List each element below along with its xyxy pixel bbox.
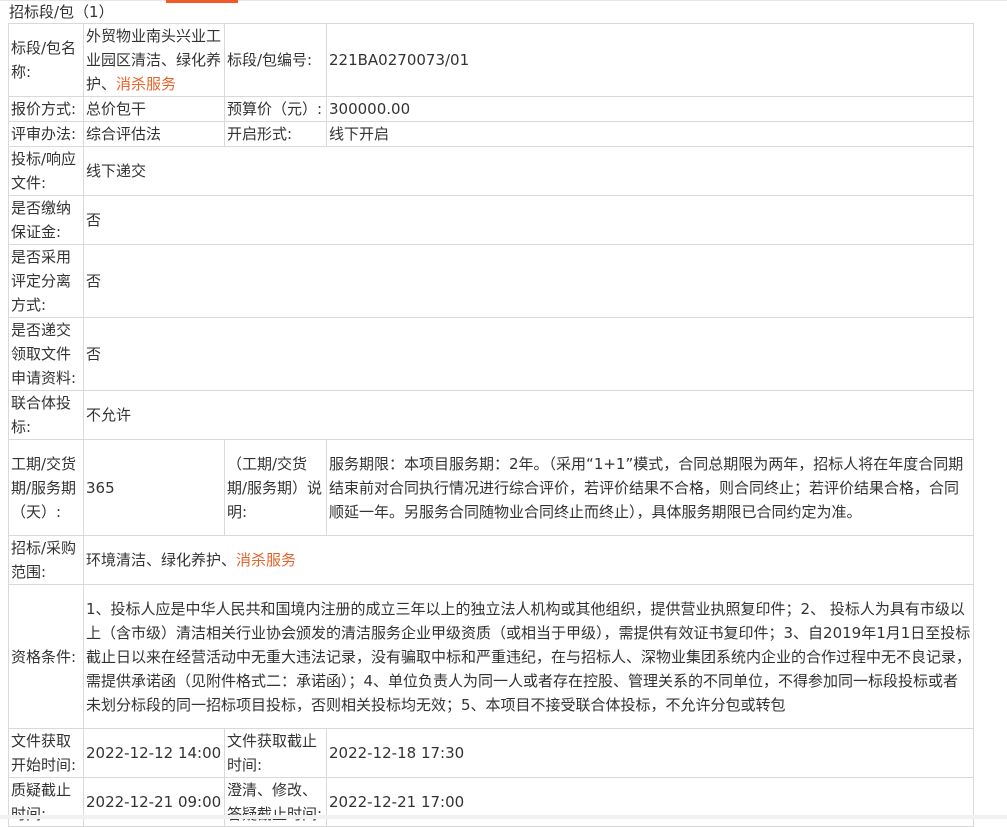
duration-value: 365: [83, 439, 225, 536]
budget-label: 预算价（元）:: [224, 96, 327, 122]
table-row: 招标/采购范围: 环境清洁、绿化养护、消杀服务: [8, 535, 974, 585]
table-row: 文件获取开始时间: 2022-12-12 14:00 文件获取截止时间: 202…: [8, 728, 974, 778]
duration-note-value: 服务期限：本项目服务期：2年。（采用“1+1”模式，合同总期限为两年，招标人将在…: [326, 439, 974, 536]
review-method-label: 评审办法:: [8, 121, 84, 147]
clarify-end-label: 澄清、修改、答疑截止时间:: [224, 777, 327, 827]
scope-value: 环境清洁、绿化养护、消杀服务: [83, 535, 974, 585]
doc-end-value: 2022-12-18 17:30: [326, 728, 974, 778]
deposit-value: 否: [83, 195, 974, 245]
table-row: 投标/响应文件: 线下递交: [8, 146, 974, 196]
top-divider: [0, 0, 1007, 1]
scope-label: 招标/采购范围:: [8, 535, 84, 585]
table-row: 是否缴纳保证金: 否: [8, 195, 974, 245]
scope-highlight: 消杀服务: [236, 551, 297, 569]
doc-start-value: 2022-12-12 14:00: [83, 728, 225, 778]
query-end-label: 质疑截止时间:: [8, 777, 84, 827]
bid-doc-label: 投标/响应文件:: [8, 146, 84, 196]
section-code-label: 标段/包编号:: [224, 23, 327, 97]
apply-docs-value: 否: [83, 317, 974, 391]
section-title: 招标段/包（1）: [9, 3, 114, 21]
table-row: 联合体投标: 不允许: [8, 390, 974, 440]
consortium-value: 不允许: [83, 390, 974, 440]
table-row: 标段/包名称: 外贸物业南头兴业工业园区清洁、绿化养护、消杀服务 标段/包编号:…: [8, 23, 974, 97]
clarify-end-value: 2022-12-21 17:00: [326, 777, 974, 827]
table-row: 工期/交货期/服务期（天）: 365 （工期/交货期/服务期）说明: 服务期限：…: [8, 439, 974, 536]
table-row: 评审办法: 综合评估法 开启形式: 线下开启: [8, 121, 974, 147]
doc-end-label: 文件获取截止时间:: [224, 728, 327, 778]
scope-text: 环境清洁、绿化养护、: [86, 551, 237, 569]
quote-method-value: 总价包干: [83, 96, 225, 122]
qualification-value: 1、投标人应是中华人民共和国境内注册的成立三年以上的独立法人机构或其他组织，提供…: [83, 584, 974, 729]
doc-start-label: 文件获取开始时间:: [8, 728, 84, 778]
apply-docs-label: 是否递交领取文件申请资料:: [8, 317, 84, 391]
table-row: 是否递交领取文件申请资料: 否: [8, 317, 974, 391]
consortium-label: 联合体投标:: [8, 390, 84, 440]
section-name-value: 外贸物业南头兴业工业园区清洁、绿化养护、消杀服务: [83, 23, 225, 97]
bid-doc-value: 线下递交: [83, 146, 974, 196]
active-tab-indicator: [166, 0, 238, 3]
section-name-highlight: 消杀服务: [116, 75, 177, 93]
quote-method-label: 报价方式:: [8, 96, 84, 122]
duration-note-label: （工期/交货期/服务期）说明:: [224, 439, 327, 536]
separation-label: 是否采用评定分离方式:: [8, 244, 84, 318]
qualification-label: 资格条件:: [8, 584, 84, 729]
table-row: 资格条件: 1、投标人应是中华人民共和国境内注册的成立三年以上的独立法人机构或其…: [8, 584, 974, 729]
open-form-label: 开启形式:: [224, 121, 327, 147]
table-row: 质疑截止时间: 2022-12-21 09:00 澄清、修改、答疑截止时间: 2…: [8, 777, 974, 827]
duration-label: 工期/交货期/服务期（天）:: [8, 439, 84, 536]
table-row: 报价方式: 总价包干 预算价（元）: 300000.00: [8, 96, 974, 122]
budget-value: 300000.00: [326, 96, 974, 122]
table-row: 是否采用评定分离方式: 否: [8, 244, 974, 318]
bottom-edge: [0, 815, 1007, 819]
query-end-value: 2022-12-21 09:00: [83, 777, 225, 827]
review-method-value: 综合评估法: [83, 121, 225, 147]
open-form-value: 线下开启: [326, 121, 974, 147]
deposit-label: 是否缴纳保证金:: [8, 195, 84, 245]
bid-section-info-table: 标段/包名称: 外贸物业南头兴业工业园区清洁、绿化养护、消杀服务 标段/包编号:…: [8, 23, 974, 827]
separation-value: 否: [83, 244, 974, 318]
section-name-label: 标段/包名称:: [8, 23, 84, 97]
section-code-value: 221BA0270073/01: [326, 23, 974, 97]
